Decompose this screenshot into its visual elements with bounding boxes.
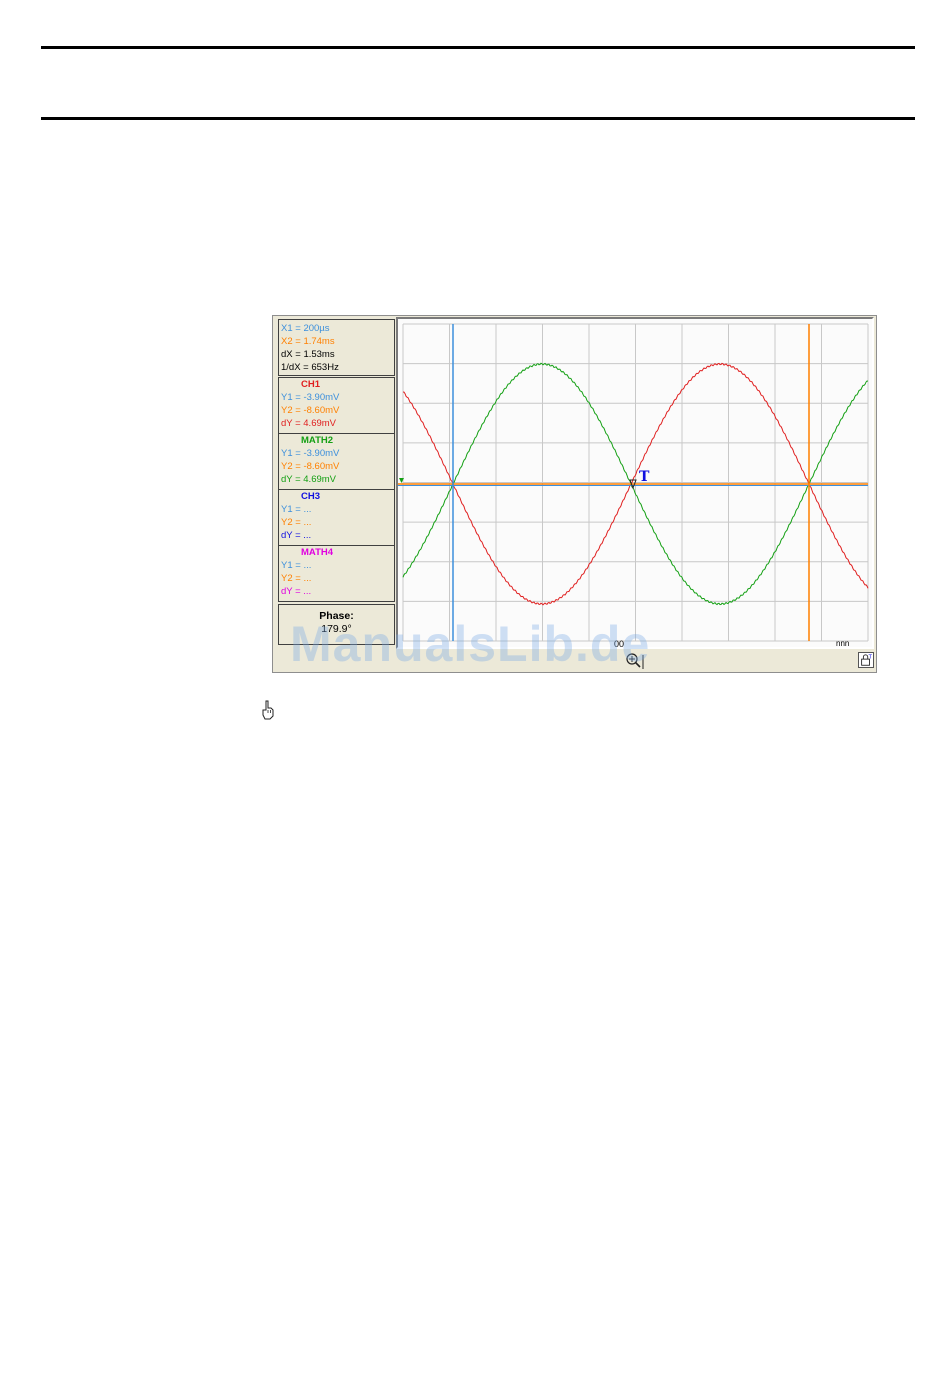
waveform-svg[interactable]: T xyxy=(398,319,872,647)
ch1-title: CH1 xyxy=(301,379,321,390)
math4-y1-readout: Y1 = ... xyxy=(281,560,312,571)
dx-readout: dX = 1.53ms xyxy=(281,349,335,360)
header-rule-bottom xyxy=(41,117,915,120)
ch1-y2-readout: Y2 = -8.60mV xyxy=(281,405,340,416)
ch1-y1-readout: Y1 = -3.90mV xyxy=(281,392,340,403)
trigger-marker: T xyxy=(639,469,650,485)
ch3-y1-readout: Y1 = ... xyxy=(281,504,312,515)
waveform-plot[interactable]: T xyxy=(396,317,874,649)
ch1-panel[interactable]: CH1 Y1 = -3.90mV Y2 = -8.60mV dY = 4.69m… xyxy=(278,377,395,434)
math2-title: MATH2 xyxy=(301,435,334,446)
ch3-title: CH3 xyxy=(301,491,321,502)
inverse-dx-readout: 1/dX = 653Hz xyxy=(281,362,339,373)
ch3-y2-readout: Y2 = ... xyxy=(281,517,312,528)
math4-dy-readout: dY = ... xyxy=(281,586,312,597)
math4-panel[interactable]: MATH4 Y1 = ... Y2 = ... dY = ... xyxy=(278,545,395,602)
status-right-text: nnn xyxy=(836,639,850,648)
math2-dy-readout: dY = 4.69mV xyxy=(281,474,337,485)
pointing-hand-icon xyxy=(262,700,274,720)
x1-readout: X1 = 200µs xyxy=(281,323,330,334)
watermark-text: ManualsLib.de xyxy=(290,616,651,672)
ch3-dy-readout: dY = ... xyxy=(281,530,312,541)
math2-y1-readout: Y1 = -3.90mV xyxy=(281,448,340,459)
math4-title: MATH4 xyxy=(301,547,334,558)
ch3-panel[interactable]: CH3 Y1 = ... Y2 = ... dY = ... xyxy=(278,489,395,546)
ch1-dy-readout: dY = 4.69mV xyxy=(281,418,337,429)
cursor-panel: X1 = 200µs X2 = 1.74ms dX = 1.53ms 1/dX … xyxy=(278,319,395,376)
measurement-sidebar: X1 = 200µs X2 = 1.74ms dX = 1.53ms 1/dX … xyxy=(278,319,395,645)
header-rule-top xyxy=(41,46,915,49)
math2-panel[interactable]: MATH2 Y1 = -3.90mV Y2 = -8.60mV dY = 4.6… xyxy=(278,433,395,490)
x2-readout: X2 = 1.74ms xyxy=(281,336,335,347)
svg-text:T: T xyxy=(868,654,873,660)
math4-y2-readout: Y2 = ... xyxy=(281,573,312,584)
lock-icon[interactable]: T xyxy=(858,652,874,668)
math2-y2-readout: Y2 = -8.60mV xyxy=(281,461,340,472)
